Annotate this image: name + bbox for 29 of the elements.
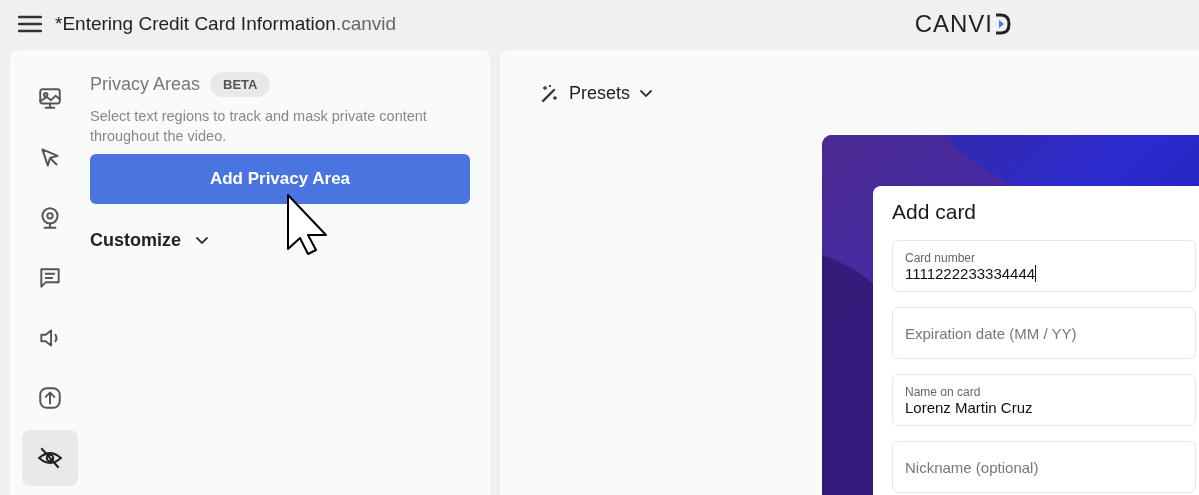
panel-description: Select text regions to track and mask private content throughout the video. [90, 107, 428, 146]
add-privacy-area-button[interactable]: Add Privacy Area [90, 154, 470, 204]
menu-icon[interactable] [18, 15, 42, 33]
field-value: Lorenz Martin Cruz [905, 398, 1034, 416]
input-field[interactable]: Card number 1111222233334444 [892, 240, 1196, 292]
presets-dropdown[interactable]: Presets [540, 83, 654, 104]
beta-badge: BETA [210, 72, 271, 97]
input-field[interactable]: Expiration date (MM / YY) [892, 307, 1196, 359]
dialog-title: Add card [892, 200, 978, 224]
speech-bubble-icon [37, 265, 63, 291]
magic-wand-icon [540, 83, 560, 104]
field-label: Name on card [905, 384, 982, 399]
panel-title: Privacy Areas [90, 74, 201, 95]
eye-off-icon [37, 445, 63, 471]
field-label: Card number [905, 250, 977, 265]
monitor-image-icon [37, 85, 63, 111]
file-extension: .canvid [335, 13, 397, 35]
customize-toggle[interactable]: Customize [90, 230, 209, 251]
input-field[interactable]: Name on card Lorenz Martin Cruz [892, 374, 1196, 426]
logo-text: CANVI [914, 10, 993, 38]
input-field[interactable]: Nickname (optional) [892, 441, 1196, 493]
field-placeholder: Expiration date (MM / YY) [905, 324, 1078, 342]
play-logo-icon [993, 13, 1011, 35]
upload-icon [37, 385, 63, 411]
field-placeholder: Nickname (optional) [905, 458, 1040, 476]
field-value: 1111222233334444 [905, 264, 1037, 282]
sidebar-tab[interactable] [22, 430, 78, 486]
cursor-icon [286, 193, 330, 255]
file-name: *Entering Credit Card Information [55, 13, 336, 35]
